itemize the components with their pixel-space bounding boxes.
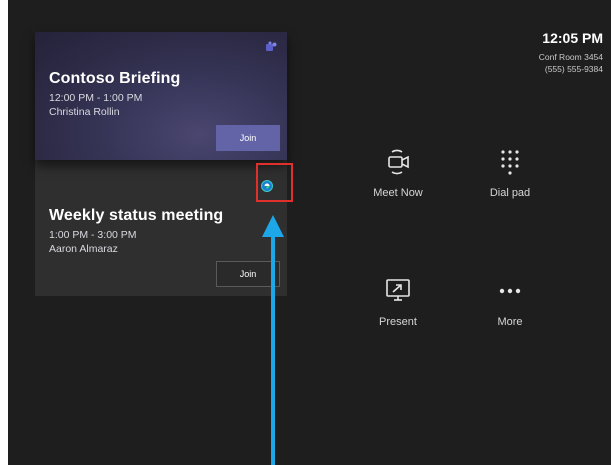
dial-pad-button[interactable]: Dial pad (470, 147, 550, 199)
teams-room-console: Contoso Briefing 12:00 PM - 1:00 PM Chri… (8, 0, 611, 465)
meet-now-label: Meet Now (373, 187, 423, 199)
meeting-time: 12:00 PM - 1:00 PM (49, 92, 143, 104)
more-label: More (497, 316, 523, 328)
meeting-card-contoso-briefing[interactable]: Contoso Briefing 12:00 PM - 1:00 PM Chri… (35, 32, 287, 160)
meeting-title: Contoso Briefing (49, 70, 181, 87)
dial-pad-label: Dial pad (489, 187, 531, 199)
present-label: Present (379, 316, 417, 328)
meeting-organizer: Aaron Almaraz (49, 243, 118, 255)
dial-pad-icon (501, 150, 519, 175)
join-button[interactable]: Join (216, 125, 280, 151)
more-button[interactable]: More (470, 276, 550, 328)
highlight-box (256, 163, 293, 202)
meeting-title: Weekly status meeting (49, 207, 224, 224)
annotation-arrow (262, 215, 284, 465)
present-button[interactable]: Present (358, 276, 438, 328)
clock: 12:05 PM (542, 30, 603, 46)
meeting-card-weekly-status[interactable]: Weekly status meeting 1:00 PM - 3:00 PM … (35, 160, 287, 296)
meeting-organizer: Christina Rollin (49, 106, 120, 118)
share-screen-icon (386, 279, 410, 301)
teams-icon (266, 41, 277, 51)
room-name: Conf Room 3454 (538, 52, 603, 62)
meeting-time: 1:00 PM - 3:00 PM (49, 229, 137, 241)
meet-now-button[interactable]: Meet Now (358, 147, 438, 199)
more-dots-icon (499, 288, 521, 294)
video-camera-icon (388, 149, 409, 175)
room-phone-number: (555) 555-9384 (544, 64, 603, 74)
